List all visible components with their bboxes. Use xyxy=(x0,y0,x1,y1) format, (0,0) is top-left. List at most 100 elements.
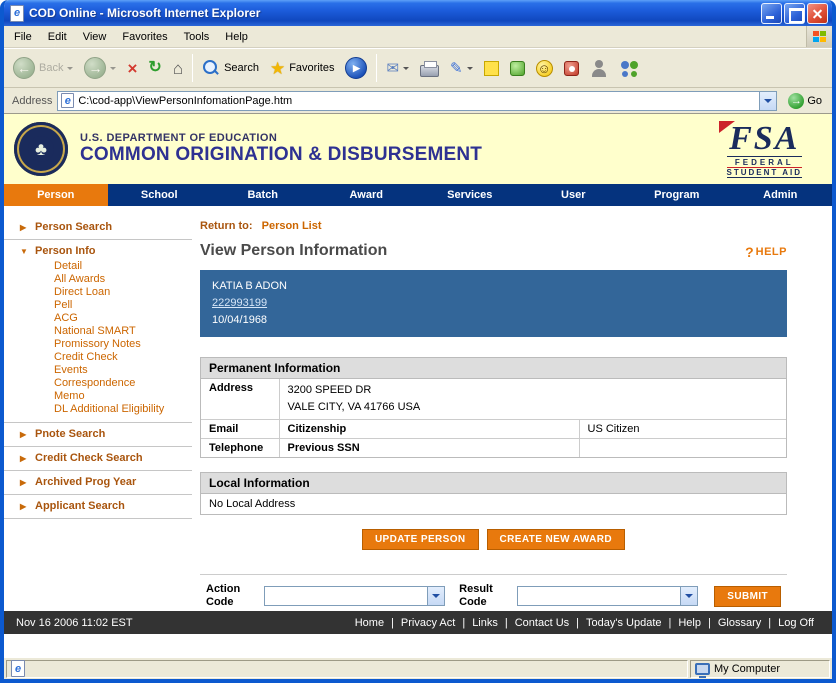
menu-file[interactable]: File xyxy=(6,28,40,46)
title-bar[interactable]: e COD Online - Microsoft Internet Explor… xyxy=(4,0,832,26)
person-list-link[interactable]: Person List xyxy=(262,220,322,232)
update-person-button[interactable]: UPDATE PERSON xyxy=(362,529,479,550)
refresh-button[interactable]: ↻ xyxy=(143,51,166,85)
action-result-form: Action Code Result Code SUBMIT xyxy=(200,574,787,611)
minimize-button[interactable] xyxy=(761,3,782,24)
sidebar-item-detail[interactable]: Detail xyxy=(54,260,188,273)
people-icon xyxy=(619,59,641,77)
contact-button[interactable] xyxy=(585,51,613,85)
footer-link-todays-update[interactable]: Today's Update xyxy=(580,617,667,629)
footer-link-glossary[interactable]: Glossary xyxy=(712,617,767,629)
browser-window: e COD Online - Microsoft Internet Explor… xyxy=(0,0,836,683)
chevron-right-icon: ▶ xyxy=(20,478,29,487)
sidebar-item-pell[interactable]: Pell xyxy=(54,299,188,312)
forward-dropdown-icon[interactable] xyxy=(110,67,116,73)
nav-tab-admin[interactable]: Admin xyxy=(729,184,833,206)
menu-favorites[interactable]: Favorites xyxy=(114,28,175,46)
browser-toolbar: ← Back → × ↻ ⌂ Search ★ Favorites ▶ xyxy=(4,48,832,88)
search-button[interactable]: Search xyxy=(197,51,264,85)
forward-icon: → xyxy=(84,57,106,79)
person-ssn-link[interactable]: 222993199 xyxy=(212,297,267,309)
help-button[interactable]: ? HELP xyxy=(745,244,787,260)
sidebar-item-correspondence[interactable]: Correspondence xyxy=(54,377,188,390)
nav-tab-school[interactable]: School xyxy=(108,184,212,206)
address-input[interactable] xyxy=(78,93,759,109)
sidebar-item-promissory-notes[interactable]: Promissory Notes xyxy=(54,338,188,351)
sidebar-item-all-awards[interactable]: All Awards xyxy=(54,273,188,286)
sidebar-item-events[interactable]: Events xyxy=(54,364,188,377)
submit-button[interactable]: SUBMIT xyxy=(714,586,781,607)
mail-button[interactable]: ✉ xyxy=(381,51,414,85)
sidebar-section-archived-prog-year[interactable]: ▶Archived Prog Year xyxy=(4,471,192,495)
result-code-select[interactable] xyxy=(517,586,698,606)
maximize-button[interactable] xyxy=(784,3,805,24)
address-dropdown-button[interactable] xyxy=(759,92,776,110)
home-icon: ⌂ xyxy=(173,60,183,77)
nav-tab-batch[interactable]: Batch xyxy=(211,184,315,206)
nav-tab-program[interactable]: Program xyxy=(625,184,729,206)
smiley-button[interactable]: ☺ xyxy=(531,51,558,85)
footer-link-log-off[interactable]: Log Off xyxy=(772,617,820,629)
result-code-label: Result Code xyxy=(459,583,509,609)
action-code-label: Action Code xyxy=(206,583,256,609)
media-button[interactable]: ▶ xyxy=(340,51,372,85)
edit-button[interactable]: ✎ xyxy=(445,51,478,85)
camera-button[interactable] xyxy=(559,51,584,85)
sidebar-item-direct-loan[interactable]: Direct Loan xyxy=(54,286,188,299)
address-bar: Address e → Go xyxy=(4,88,832,114)
site-footer: Nov 16 2006 11:02 EST Home| Privacy Act|… xyxy=(4,611,832,634)
sidebar-section-pnote-search[interactable]: ▶Pnote Search xyxy=(4,423,192,447)
back-button[interactable]: ← Back xyxy=(8,51,78,85)
nav-tab-person[interactable]: Person xyxy=(4,184,108,206)
edit-dropdown-icon[interactable] xyxy=(467,67,473,73)
menu-tools[interactable]: Tools xyxy=(176,28,218,46)
favorites-button[interactable]: ★ Favorites xyxy=(265,51,340,85)
action-code-dropdown-icon[interactable] xyxy=(427,587,444,605)
stop-button[interactable]: × xyxy=(122,51,142,85)
address-field[interactable]: e xyxy=(57,91,777,111)
nav-tab-services[interactable]: Services xyxy=(418,184,522,206)
fsa-logo: FSA FEDERAL STUDENT AID xyxy=(727,121,802,178)
sidebar-item-acg[interactable]: ACG xyxy=(54,312,188,325)
messenger-button[interactable] xyxy=(505,51,530,85)
people-button[interactable] xyxy=(614,51,646,85)
sidebar-item-credit-check[interactable]: Credit Check xyxy=(54,351,188,364)
footer-timestamp: Nov 16 2006 11:02 EST xyxy=(16,617,133,629)
nav-tab-award[interactable]: Award xyxy=(315,184,419,206)
discuss-button[interactable] xyxy=(479,51,504,85)
footer-link-links[interactable]: Links xyxy=(466,617,504,629)
previous-ssn-label: Previous SSN xyxy=(279,439,579,458)
email-label: Email xyxy=(201,420,279,439)
sidebar-item-national-smart[interactable]: National SMART xyxy=(54,325,188,338)
close-button[interactable] xyxy=(807,3,828,24)
sidebar-item-dl-additional-eligibility[interactable]: DL Additional Eligibility xyxy=(54,403,188,416)
site-header: ♣ U.S. DEPARTMENT OF EDUCATION COMMON OR… xyxy=(4,114,832,184)
back-icon: ← xyxy=(13,57,35,79)
menu-help[interactable]: Help xyxy=(217,28,256,46)
page-title: View Person Information xyxy=(200,242,387,260)
menu-edit[interactable]: Edit xyxy=(40,28,75,46)
action-code-select[interactable] xyxy=(264,586,445,606)
footer-link-contact-us[interactable]: Contact Us xyxy=(509,617,575,629)
sidebar-item-memo[interactable]: Memo xyxy=(54,390,188,403)
sidebar-section-person-search[interactable]: ▶Person Search xyxy=(4,216,192,240)
footer-link-privacy-act[interactable]: Privacy Act xyxy=(395,617,461,629)
go-button[interactable]: → Go xyxy=(782,91,828,111)
menu-view[interactable]: View xyxy=(75,28,115,46)
stop-icon: × xyxy=(127,60,137,77)
back-dropdown-icon[interactable] xyxy=(67,67,73,73)
print-button[interactable] xyxy=(415,51,444,85)
sidebar-section-applicant-search[interactable]: ▶Applicant Search xyxy=(4,495,192,519)
forward-button[interactable]: → xyxy=(79,51,121,85)
footer-link-home[interactable]: Home xyxy=(349,617,390,629)
footer-link-help[interactable]: Help xyxy=(672,617,707,629)
mail-dropdown-icon[interactable] xyxy=(403,67,409,73)
home-button[interactable]: ⌂ xyxy=(168,51,188,85)
toolbar-separator xyxy=(192,54,193,82)
create-new-award-button[interactable]: CREATE NEW AWARD xyxy=(487,529,626,550)
sidebar-section-credit-check-search[interactable]: ▶Credit Check Search xyxy=(4,447,192,471)
toolbar-separator xyxy=(376,54,377,82)
result-code-dropdown-icon[interactable] xyxy=(680,587,697,605)
primary-nav: Person School Batch Award Services User … xyxy=(4,184,832,206)
nav-tab-user[interactable]: User xyxy=(522,184,626,206)
